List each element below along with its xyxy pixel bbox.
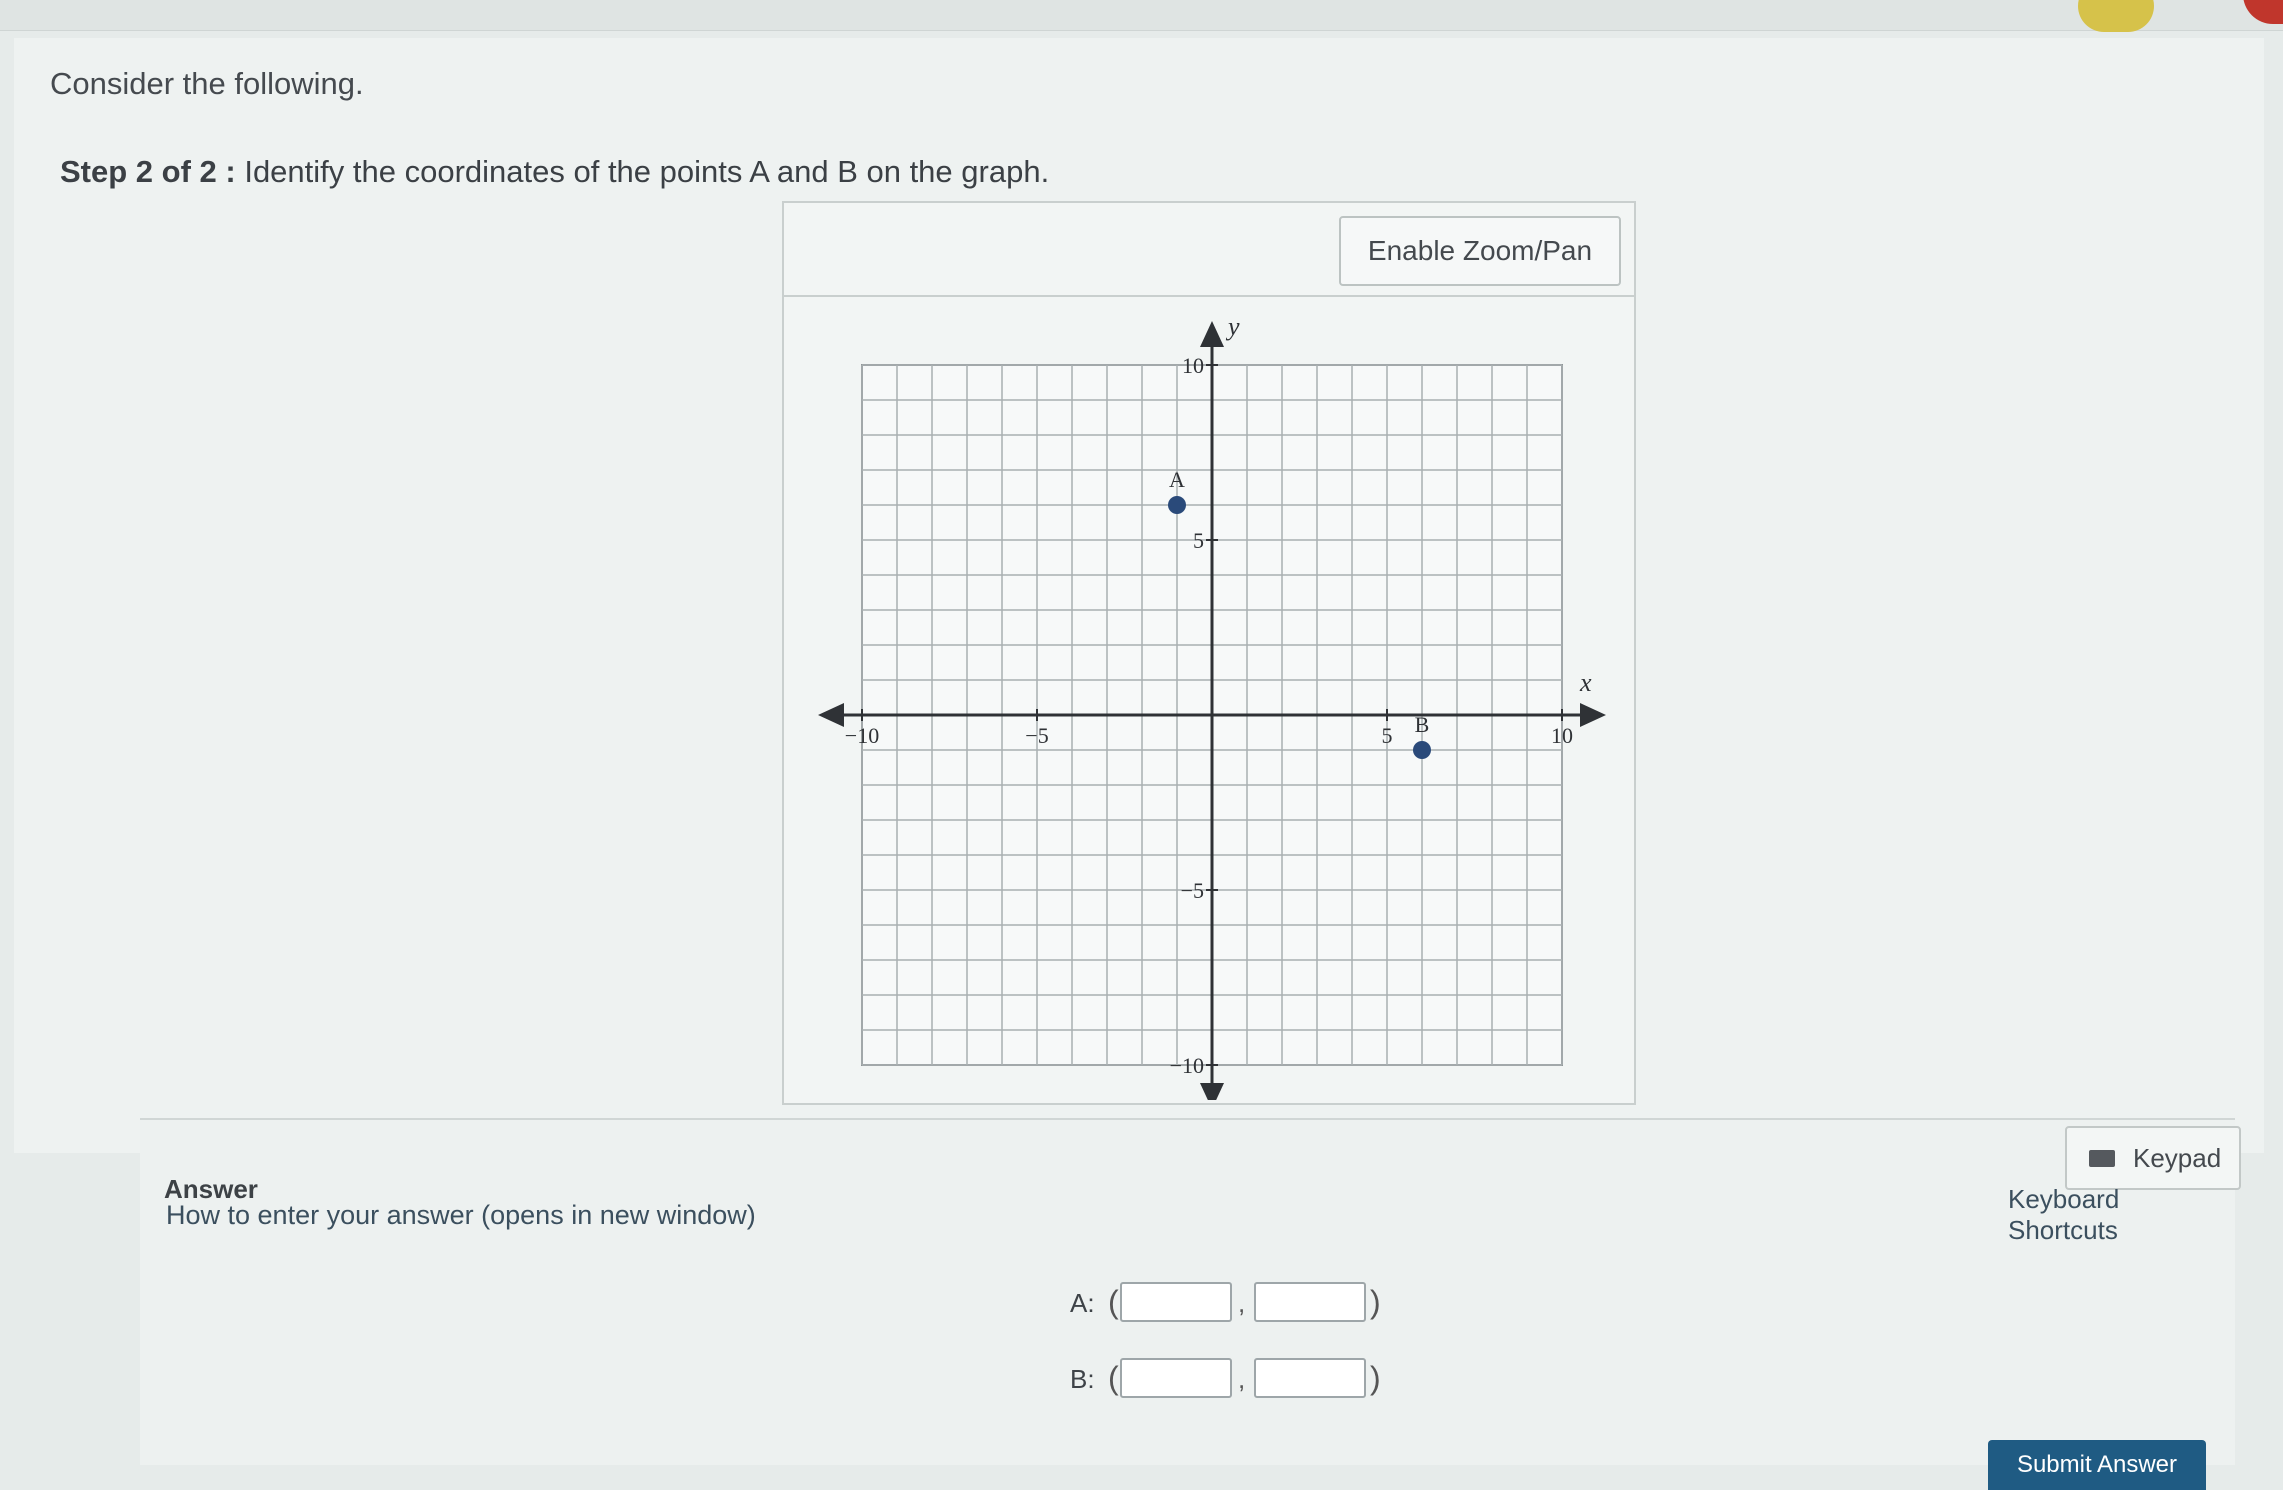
keypad-button[interactable]: Keypad bbox=[2065, 1126, 2241, 1190]
y-tick-label: −10 bbox=[1170, 1053, 1204, 1078]
point-a bbox=[1168, 496, 1186, 514]
close-paren: ) bbox=[1370, 1284, 1381, 1320]
answer-panel: Answer How to enter your answer (opens i… bbox=[140, 1118, 2241, 1465]
y-axis-up-arrow bbox=[1200, 321, 1224, 347]
y-axis-down-arrow bbox=[1200, 1083, 1224, 1100]
x-tick-label: −10 bbox=[845, 723, 879, 748]
keyboard-shortcuts-link[interactable]: Keyboard Shortcuts bbox=[2008, 1184, 2235, 1246]
point-b-x-input[interactable] bbox=[1120, 1358, 1232, 1398]
step-text: Identify the coordinates of the points A… bbox=[244, 154, 1050, 189]
y-tick-label: −5 bbox=[1181, 878, 1204, 903]
open-paren: ( bbox=[1108, 1284, 1119, 1320]
close-paren: ) bbox=[1370, 1360, 1381, 1396]
answer-label-a: A: bbox=[1070, 1288, 1095, 1318]
keyboard-icon bbox=[2089, 1150, 2115, 1167]
point-b-y-input[interactable] bbox=[1254, 1358, 1366, 1398]
comma: , bbox=[1238, 1364, 1246, 1394]
point-label-b: B bbox=[1415, 712, 1430, 737]
graph-toolbar: Enable Zoom/Pan bbox=[784, 203, 1634, 297]
top-bar bbox=[0, 0, 2283, 32]
graph-panel: Enable Zoom/Pan x y −10 −5 5 10 10 5 −5 −10 A B bbox=[782, 201, 1636, 1105]
x-tick-label: −5 bbox=[1025, 723, 1048, 748]
step-label: Step 2 of 2 : bbox=[60, 154, 236, 189]
submit-answer-button[interactable]: Submit Answer bbox=[1988, 1440, 2206, 1490]
x-tick-label: 5 bbox=[1382, 723, 1393, 748]
coordinate-graph: x y −10 −5 5 10 10 5 −5 −10 A B bbox=[818, 312, 1606, 1100]
y-axis-label: y bbox=[1225, 312, 1240, 341]
keypad-label: Keypad bbox=[2133, 1143, 2222, 1173]
enable-zoom-pan-button[interactable]: Enable Zoom/Pan bbox=[1339, 216, 1621, 286]
x-axis-label: x bbox=[1579, 668, 1592, 697]
status-badge bbox=[2078, 0, 2154, 32]
x-axis-right-arrow bbox=[1580, 703, 1606, 727]
x-tick-label: 10 bbox=[1551, 723, 1573, 748]
answer-help-link[interactable]: How to enter your answer (opens in new w… bbox=[166, 1200, 756, 1231]
answer-label-b: B: bbox=[1070, 1364, 1095, 1394]
point-a-y-input[interactable] bbox=[1254, 1282, 1366, 1322]
point-a-x-input[interactable] bbox=[1120, 1282, 1232, 1322]
open-paren: ( bbox=[1108, 1360, 1119, 1396]
y-tick-label: 10 bbox=[1182, 353, 1204, 378]
comma: , bbox=[1238, 1288, 1246, 1318]
step-instruction: Step 2 of 2 : Identify the coordinates o… bbox=[60, 154, 1049, 190]
y-tick-label: 5 bbox=[1193, 528, 1204, 553]
x-axis-left-arrow bbox=[818, 703, 844, 727]
question-intro: Consider the following. bbox=[50, 66, 364, 101]
flag-icon[interactable] bbox=[2243, 0, 2283, 24]
point-label-a: A bbox=[1169, 467, 1185, 492]
point-b bbox=[1413, 741, 1431, 759]
